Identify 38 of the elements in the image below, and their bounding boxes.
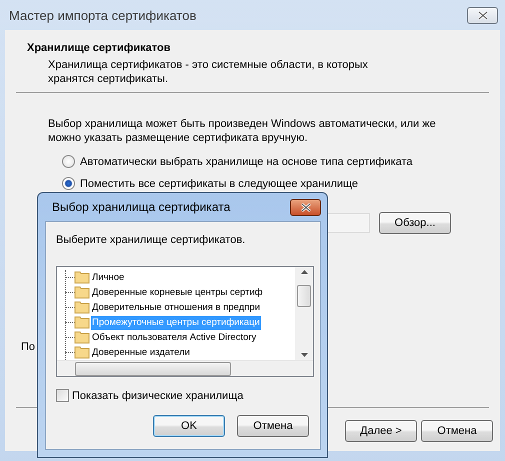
tree-item[interactable]: Доверенные корневые центры сертиф bbox=[91, 286, 264, 300]
folder-icon bbox=[74, 330, 90, 344]
partial-label: По bbox=[21, 341, 36, 353]
next-button[interactable]: Далее > bbox=[345, 420, 417, 442]
window-title: Мастер импорта сертификатов bbox=[9, 8, 196, 22]
close-button[interactable] bbox=[467, 6, 498, 24]
dialog-prompt: Выберите хранилище сертификатов. bbox=[56, 234, 246, 246]
close-icon bbox=[476, 10, 488, 20]
dialog-title: Выбор хранилища сертификата bbox=[52, 200, 230, 214]
folder-icon bbox=[74, 315, 90, 329]
horizontal-scrollbar[interactable] bbox=[57, 360, 313, 376]
scroll-up-arrow-icon[interactable] bbox=[300, 270, 308, 274]
tree-item[interactable]: Доверительные отношения в предпри bbox=[91, 300, 262, 314]
section-title: Хранилище сертификатов bbox=[27, 42, 172, 54]
folder-icon bbox=[74, 285, 90, 299]
tree-item[interactable]: Личное bbox=[91, 270, 126, 284]
scroll-thumb[interactable] bbox=[297, 285, 311, 307]
ok-button[interactable]: OK bbox=[153, 415, 225, 437]
section-description: Хранилища сертификатов - это системные области, в которых хранятся сертификаты. bbox=[48, 58, 369, 86]
radio-label: Поместить все сертификаты в следующее хранилище bbox=[80, 178, 358, 190]
scroll-down-arrow-icon[interactable] bbox=[300, 353, 308, 357]
cancel-button[interactable]: Отмена bbox=[421, 420, 493, 442]
folder-icon bbox=[74, 270, 90, 284]
intro-text: Выбор хранилища может быть произведен Windows автоматически, или же можно указать размещение сертификата вручную. bbox=[48, 117, 437, 145]
radio-button[interactable] bbox=[62, 177, 75, 190]
checkbox[interactable] bbox=[56, 389, 69, 402]
close-icon bbox=[300, 202, 312, 212]
browse-button[interactable]: Обзор... bbox=[379, 212, 451, 234]
vertical-scrollbar[interactable] bbox=[295, 267, 313, 360]
radio-label: Автоматически выбрать хранилище на основе типа сертификата bbox=[80, 156, 413, 168]
cancel-button[interactable]: Отмена bbox=[237, 415, 309, 437]
checkbox-label: Показать физические хранилища bbox=[72, 390, 244, 402]
radio-button[interactable] bbox=[62, 155, 75, 168]
tree-item[interactable]: Доверенные издатели bbox=[91, 346, 191, 360]
scroll-thumb[interactable] bbox=[75, 362, 231, 376]
tree-item[interactable]: Объект пользователя Active Directory bbox=[91, 330, 258, 344]
dialog-close-button[interactable] bbox=[290, 198, 321, 216]
folder-icon bbox=[74, 300, 90, 314]
